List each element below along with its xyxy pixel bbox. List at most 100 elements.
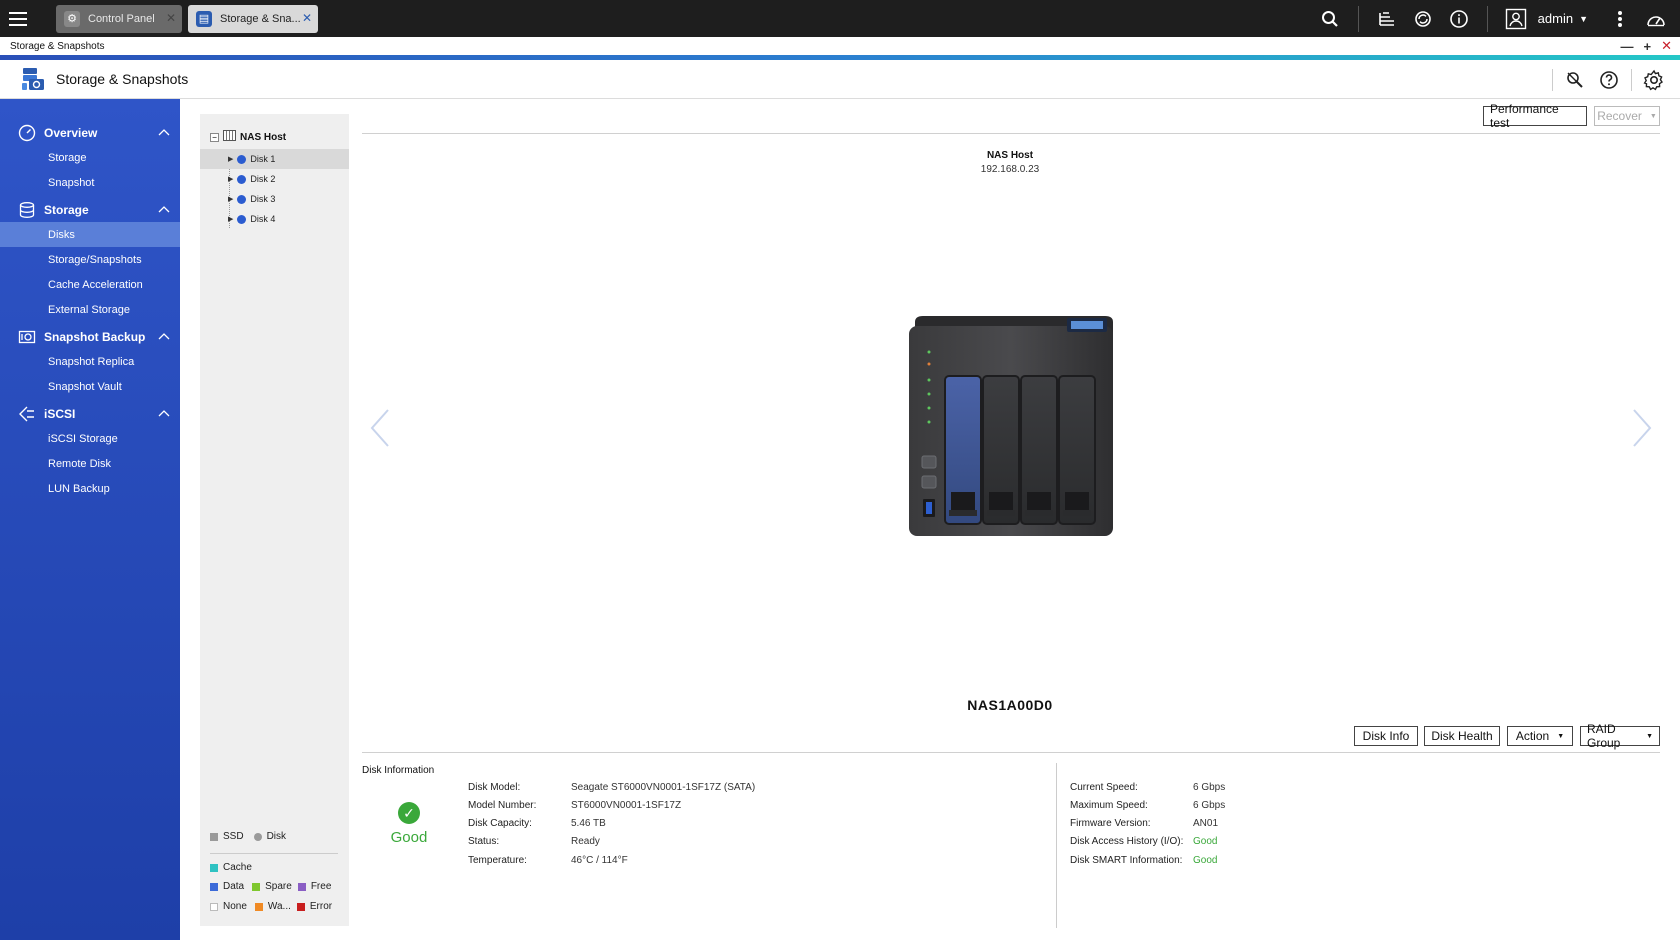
disk-access-history-label: Disk Access History (I/O): [1070,836,1184,847]
firmware-version-label: Firmware Version: [1070,818,1151,829]
disk-smart-information-link[interactable]: Good [1193,855,1217,866]
dashboard-icon [18,124,36,142]
tree-item-label: Disk 3 [250,194,276,204]
dropdown-arrow-icon: ▼ [1557,732,1565,740]
raid-group-label: RAID Group [1587,722,1621,750]
sidebar-item-lun-backup[interactable]: LUN Backup [0,476,180,501]
disk-info-button[interactable]: Disk Info [1354,726,1418,746]
maximize-button[interactable]: + [1644,39,1652,54]
expand-triangle-icon[interactable]: ▶ [228,155,233,163]
expand-triangle-icon[interactable]: ▶ [228,215,233,223]
sidebar-group-iscsi[interactable]: iSCSI [0,401,180,426]
search-icon[interactable] [1312,0,1348,37]
error-swatch-icon [296,902,305,911]
model-number-label: Model Number: [468,800,537,811]
chevron-down-icon: ▼ [1579,13,1588,24]
close-icon[interactable]: ✕ [302,11,312,25]
tree-item-disk-2[interactable]: ▶ Disk 2 [200,169,349,189]
chevron-up-icon[interactable] [158,406,170,420]
disk-smart-information-label: Disk SMART Information: [1070,855,1183,866]
divider [1552,68,1553,91]
disk-access-history-link[interactable]: Good [1193,836,1217,847]
host-name: NAS Host [986,150,1034,161]
sidebar-item-storage-snapshots[interactable]: Storage/Snapshots [0,247,180,272]
sidebar-item-external-storage[interactable]: External Storage [0,297,180,322]
legend-type-row: SSD Disk [210,831,286,842]
disk-model-value: Seagate ST6000VN0001-1SF17Z (SATA) [571,782,756,793]
tree-item-label: Disk 2 [250,174,276,184]
info-icon[interactable] [1441,0,1477,37]
background-tasks-icon[interactable] [1369,0,1405,37]
storage-app-icon: ▤ [196,10,212,27]
column-divider [1056,763,1057,928]
legend-label: Data [223,881,245,892]
user-menu[interactable]: admin ▼ [1538,11,1588,26]
tree-item-disk-3[interactable]: ▶ Disk 3 [200,189,349,209]
expand-triangle-icon[interactable]: ▶ [228,195,233,203]
sidebar: Overview Storage Snapshot Storage Disks … [0,99,180,940]
divider [1357,5,1359,32]
warning-swatch-icon [254,902,263,911]
tab-storage-snapshots[interactable]: ▤ Storage & Sna... ✕ [188,4,318,33]
chevron-up-icon[interactable] [158,329,170,343]
legend-label: Cache [223,862,252,873]
next-arrow-icon[interactable] [1630,408,1654,448]
chevron-up-icon[interactable] [158,125,170,139]
disk-health-button[interactable]: Disk Health [1424,726,1500,746]
username: admin [1537,11,1574,26]
tab-control-panel[interactable]: ⚙ Control Panel ✕ [56,4,182,33]
none-swatch-icon [210,902,218,911]
tree-item-label: Disk 4 [250,214,276,224]
expand-triangle-icon[interactable]: ▶ [228,175,233,183]
sync-icon[interactable] [1405,0,1441,37]
action-dropdown[interactable]: Action ▼ [1507,726,1573,746]
sidebar-item-snapshot-vault[interactable]: Snapshot Vault [0,374,180,399]
recover-label: Recover [1597,109,1642,123]
dashboard-gauge-icon[interactable] [1638,0,1674,37]
app-title: Storage & Snapshots [56,71,189,87]
diagnostics-tool-icon[interactable] [1563,68,1587,92]
collapse-icon[interactable]: − [210,132,219,142]
tree-root-nas-host[interactable]: − NAS Host [210,130,286,144]
chevron-up-icon[interactable] [158,202,170,216]
sidebar-item-iscsi-storage[interactable]: iSCSI Storage [0,426,180,451]
sidebar-group-label: Snapshot Backup [44,329,146,344]
sidebar-item-overview-snapshot[interactable]: Snapshot [0,170,180,195]
sidebar-item-remote-disk[interactable]: Remote Disk [0,451,180,476]
more-options-icon[interactable] [1602,0,1638,37]
tree-root-label: NAS Host [240,131,287,143]
tree-item-disk-1[interactable]: ▶ Disk 1 [200,149,349,169]
sidebar-group-storage[interactable]: Storage [0,197,180,222]
tab-label: Storage & Sna... [220,12,301,25]
temperature-value: 46°C / 114°F [571,855,628,866]
iscsi-icon [18,405,36,423]
raid-group-dropdown[interactable]: RAID Group ▼ [1580,722,1660,750]
minimize-button[interactable]: — [1621,39,1634,54]
disk-capacity-label: Disk Capacity: [468,818,532,829]
legend-cache-row: Cache [210,862,252,873]
disk-status-dot-icon [237,194,247,204]
close-icon[interactable]: ✕ [166,11,176,25]
sidebar-group-snapshot-backup[interactable]: Snapshot Backup [0,324,180,349]
help-icon[interactable] [1597,68,1621,92]
sidebar-item-overview-storage[interactable]: Storage [0,145,180,170]
sidebar-item-snapshot-replica[interactable]: Snapshot Replica [0,349,180,374]
performance-test-button[interactable]: Performance test [1483,102,1587,130]
snapshot-backup-icon [18,328,36,346]
close-window-button[interactable]: ✕ [1661,38,1672,54]
sidebar-item-disks[interactable]: Disks [0,222,180,247]
recover-dropdown[interactable]: Recover ▼ [1594,106,1660,126]
top-taskbar: ⚙ Control Panel ✕ ▤ Storage & Sna... ✕ a… [0,0,1680,37]
user-avatar-icon[interactable] [1498,0,1534,37]
window-title-bar: Storage & Snapshots — + ✕ [0,37,1680,55]
settings-gear-icon[interactable] [1642,68,1666,92]
tree-item-disk-4[interactable]: ▶ Disk 4 [200,209,349,229]
gear-icon: ⚙ [64,10,80,27]
nas-device-image [905,314,1115,540]
previous-arrow-icon[interactable] [368,408,392,448]
dropdown-arrow-icon: ▼ [1646,732,1653,740]
main-menu-icon[interactable] [0,0,36,37]
sidebar-item-cache-acceleration[interactable]: Cache Acceleration [0,272,180,297]
sidebar-group-overview[interactable]: Overview [0,120,180,145]
app-header: Storage & Snapshots [0,60,1680,99]
